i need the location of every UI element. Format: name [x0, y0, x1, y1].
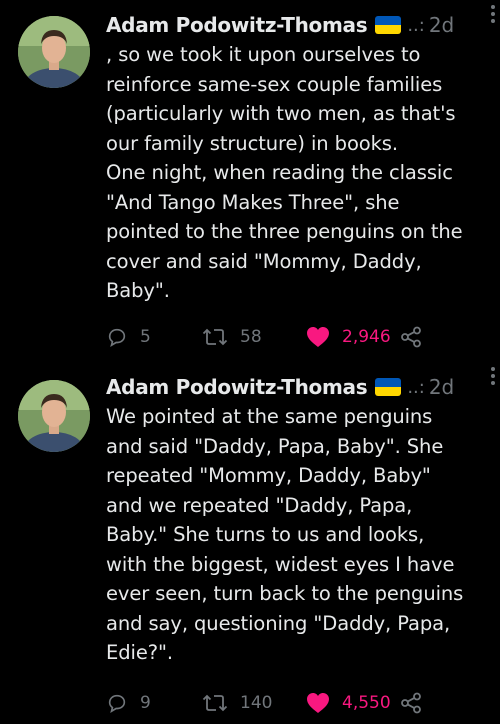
like-button[interactable]: 2,946 [306, 322, 391, 352]
timestamp[interactable]: 2d [429, 375, 454, 399]
like-button[interactable]: 4,550 [306, 688, 391, 718]
share-button[interactable] [400, 322, 422, 352]
heart-icon [307, 327, 329, 347]
more-icon[interactable] [490, 366, 496, 391]
author-name[interactable]: Adam Podowitz-Thomas [106, 13, 368, 37]
tweet-text: We pointed at the same penguins and said… [106, 405, 464, 664]
tweet[interactable]: Adam Podowitz-Thomas ..: 2d , so we took… [0, 0, 500, 362]
share-icon [401, 326, 421, 348]
retweet-button[interactable]: 58 [202, 322, 262, 352]
separator: ..: [407, 376, 425, 398]
retweet-icon [202, 328, 228, 346]
separator: ..: [407, 14, 425, 36]
share-button[interactable] [400, 688, 422, 718]
ukraine-flag-icon [375, 16, 402, 34]
tweet[interactable]: Adam Podowitz-Thomas ..: 2d We pointed a… [0, 362, 500, 724]
tweet-actions: 9 140 4,550 [106, 688, 500, 718]
author-name[interactable]: Adam Podowitz-Thomas [106, 375, 368, 399]
reply-count: 9 [140, 693, 151, 713]
tweet-text: , so we took it upon ourselves to reinfo… [106, 43, 463, 302]
avatar[interactable] [18, 380, 90, 452]
reply-button[interactable]: 5 [106, 322, 151, 352]
retweet-count: 58 [240, 327, 262, 347]
retweet-button[interactable]: 140 [202, 688, 272, 718]
avatar[interactable] [18, 16, 90, 88]
share-icon [401, 692, 421, 714]
reply-icon [108, 694, 126, 713]
heart-icon [307, 693, 329, 713]
reply-count: 5 [140, 327, 151, 347]
tweet-header: Adam Podowitz-Thomas ..: 2d [106, 372, 490, 402]
ukraine-flag-icon [375, 378, 402, 396]
like-count: 4,550 [342, 693, 391, 713]
retweet-icon [202, 694, 228, 712]
tweet-actions: 5 58 2,946 [106, 322, 500, 352]
reply-icon [108, 328, 126, 347]
more-icon[interactable] [490, 4, 496, 29]
retweet-count: 140 [240, 693, 273, 713]
timestamp[interactable]: 2d [429, 13, 454, 37]
reply-button[interactable]: 9 [106, 688, 151, 718]
tweet-header: Adam Podowitz-Thomas ..: 2d [106, 10, 490, 40]
like-count: 2,946 [342, 327, 391, 347]
